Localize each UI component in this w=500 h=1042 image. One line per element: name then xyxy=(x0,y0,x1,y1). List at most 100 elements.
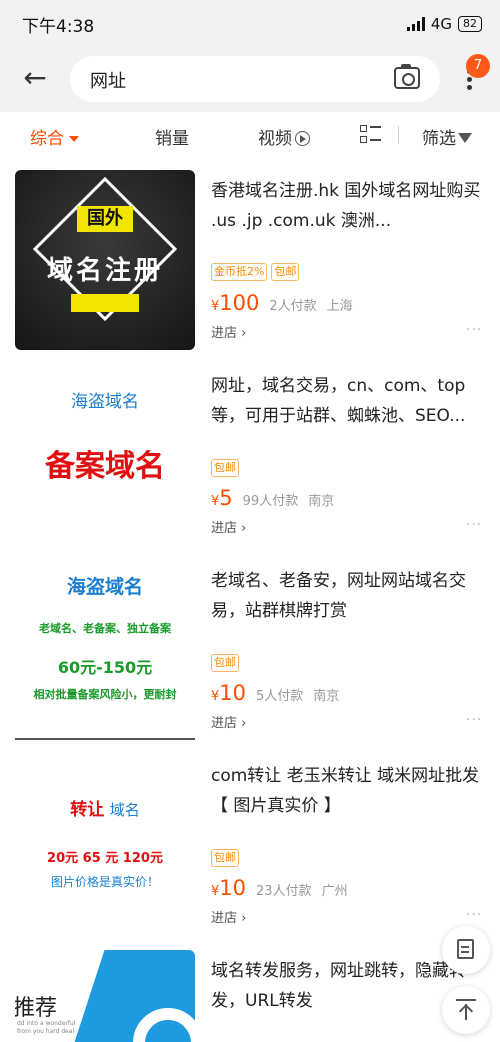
price-value: 10 xyxy=(219,876,247,900)
enter-shop-link[interactable]: 进店 › xyxy=(211,907,246,926)
caret-down-icon xyxy=(69,136,79,142)
product-thumbnail[interactable]: 转让 域名 20元 65 元 120元 图片价格是真实价！ xyxy=(15,755,195,935)
product-thumbnail[interactable]: 海盗域名 老域名、老备案、独立备案 60元-150元 相对批量备案风险小，更耐封 xyxy=(15,560,195,740)
sold-count: 99人付款 xyxy=(242,494,299,509)
product-thumbnail[interactable]: 国外 域名注册 xyxy=(15,170,195,350)
price-row: ¥10 23人付款 广州 xyxy=(211,876,348,900)
thumb-text-1: 转让 域名 xyxy=(15,795,195,820)
product-card[interactable]: 推荐 dd into a wonderful from you hard dea… xyxy=(0,950,500,1042)
price: ¥10 xyxy=(211,876,246,900)
status-bar: 下午4:38 4G 82 xyxy=(0,0,500,48)
thumb-domain: 域名 xyxy=(109,801,140,819)
more-options-icon[interactable]: ··· xyxy=(466,517,482,533)
tag-free-shipping: 包邮 xyxy=(211,654,239,672)
product-title[interactable]: 域名转发服务，网址跳转，隐藏转发，URL转发 xyxy=(211,956,481,1016)
product-thumbnail[interactable]: 推荐 dd into a wonderful from you hard dea… xyxy=(15,950,195,1042)
filter-all-tab[interactable]: 综合 xyxy=(30,124,79,149)
more-options-icon[interactable]: ··· xyxy=(466,907,482,923)
thumb-small-1: dd into a wonderful xyxy=(17,1020,76,1027)
camera-icon[interactable] xyxy=(394,64,420,89)
thumb-main-text: 域名注册 xyxy=(46,256,163,286)
filter-sales-tab[interactable]: 销量 xyxy=(155,124,189,149)
thumb-strip xyxy=(71,294,139,312)
enter-shop-link[interactable]: 进店 › xyxy=(211,322,246,341)
play-icon xyxy=(295,131,310,146)
back-arrow-icon[interactable]: ← xyxy=(18,62,52,96)
filter-video-tab[interactable]: 视频 xyxy=(258,124,310,149)
sold-count: 23人付款 xyxy=(256,884,312,899)
filter-divider xyxy=(398,126,399,144)
thumb-text-1: 海盗域名 xyxy=(71,392,139,412)
thumb-text-3: 60元-150元 xyxy=(57,658,153,677)
tag-free-shipping: 包邮 xyxy=(271,263,300,281)
location: 上海 xyxy=(326,299,353,314)
search-query[interactable]: 网址 xyxy=(90,67,126,93)
filter-all-label: 综合 xyxy=(30,129,64,149)
product-tags: 包邮 xyxy=(211,459,239,477)
thumb-word: 推荐 xyxy=(15,996,58,1021)
product-card[interactable]: 转让 域名 20元 65 元 120元 图片价格是真实价！ com转让 老玉米转… xyxy=(0,755,500,940)
price: ¥10 xyxy=(211,681,246,705)
price-value: 10 xyxy=(219,681,247,705)
location: 南京 xyxy=(313,689,340,704)
edit-icon[interactable] xyxy=(442,926,490,974)
more-options-icon[interactable]: ··· xyxy=(466,322,482,338)
status-right: 4G 82 xyxy=(406,15,482,33)
price: ¥5 xyxy=(211,486,233,510)
grid-list-icon[interactable] xyxy=(360,125,382,145)
product-title[interactable]: 老域名、老备安，网址网站域名交易，站群棋牌打赏 xyxy=(211,566,481,626)
product-title[interactable]: 网址，域名交易，cn、com、top等，可用于站群、蜘蛛池、SEO... xyxy=(211,371,481,431)
location: 广州 xyxy=(321,884,348,899)
product-title[interactable]: 香港域名注册.hk 国外域名网址购买 .us .jp .com.uk 澳洲... xyxy=(211,176,481,236)
back-to-top-icon[interactable] xyxy=(442,986,490,1034)
price-value: 5 xyxy=(219,486,233,510)
price-row: ¥5 99人付款 南京 xyxy=(211,486,334,510)
notification-badge: 7 xyxy=(466,54,490,78)
signal-icon xyxy=(406,17,425,31)
location: 南京 xyxy=(308,494,335,509)
product-tags: 金币抵2% 包邮 xyxy=(211,263,300,281)
filter-label: 筛选 xyxy=(422,129,456,149)
thumb-badge: 国外 xyxy=(77,206,133,232)
edit-line xyxy=(461,951,469,953)
price-value: 100 xyxy=(219,291,260,315)
edit-line xyxy=(461,946,469,948)
product-title[interactable]: com转让 老玉米转让 域米网址批发【 图片真实价 】 xyxy=(211,761,481,821)
thumb-text-3: 图片价格是真实价！ xyxy=(50,875,159,889)
top-arrow-head xyxy=(458,1004,474,1019)
tag-free-shipping: 包邮 xyxy=(211,849,239,867)
top-bar xyxy=(456,999,476,1001)
sold-count: 5人付款 xyxy=(256,689,304,704)
product-tags: 包邮 xyxy=(211,654,239,672)
price: ¥100 xyxy=(211,291,259,315)
filter-button[interactable]: 筛选 xyxy=(422,124,472,149)
enter-shop-link[interactable]: 进店 › xyxy=(211,517,246,536)
search-input[interactable]: 网址 xyxy=(70,56,440,102)
product-tags: 包邮 xyxy=(211,849,239,867)
search-header: ← 网址 7 xyxy=(0,48,500,112)
product-card[interactable]: 海盗域名 老域名、老备案、独立备案 60元-150元 相对批量备案风险小，更耐封… xyxy=(0,560,500,745)
thumb-text-2: 老域名、老备案、独立备案 xyxy=(39,622,171,635)
thumb-transfer: 转让 xyxy=(70,800,105,820)
product-thumbnail[interactable]: 海盗域名 备案域名 xyxy=(15,365,195,545)
filter-bar: 综合 销量 视频 筛选 xyxy=(0,112,500,156)
funnel-icon xyxy=(458,133,472,143)
thumb-text-2: 20元 65 元 120元 xyxy=(47,851,163,866)
tag-free-shipping: 包邮 xyxy=(211,459,239,477)
enter-shop-link[interactable]: 进店 › xyxy=(211,712,246,731)
product-card[interactable]: 海盗域名 备案域名 网址，域名交易，cn、com、top等，可用于站群、蜘蛛池、… xyxy=(0,365,500,550)
thumb-text-4: 相对批量备案风险小，更耐封 xyxy=(33,688,177,701)
thumb-small-2: from you hard deal xyxy=(17,1028,75,1035)
tag-coin: 金币抵2% xyxy=(211,263,268,281)
edit-pad xyxy=(457,939,474,959)
more-options-icon[interactable]: ··· xyxy=(466,712,482,728)
sold-count: 2人付款 xyxy=(269,299,317,314)
product-card[interactable]: 国外 域名注册 香港域名注册.hk 国外域名网址购买 .us .jp .com.… xyxy=(0,170,500,355)
filter-video-label: 视频 xyxy=(258,129,292,149)
status-time: 下午4:38 xyxy=(22,16,95,37)
price-row: ¥100 2人付款 上海 xyxy=(211,291,353,315)
price-row: ¥10 5人付款 南京 xyxy=(211,681,339,705)
battery-icon: 82 xyxy=(458,16,482,32)
network-label: 4G xyxy=(430,15,452,33)
thumb-text-1: 海盗域名 xyxy=(66,576,143,598)
